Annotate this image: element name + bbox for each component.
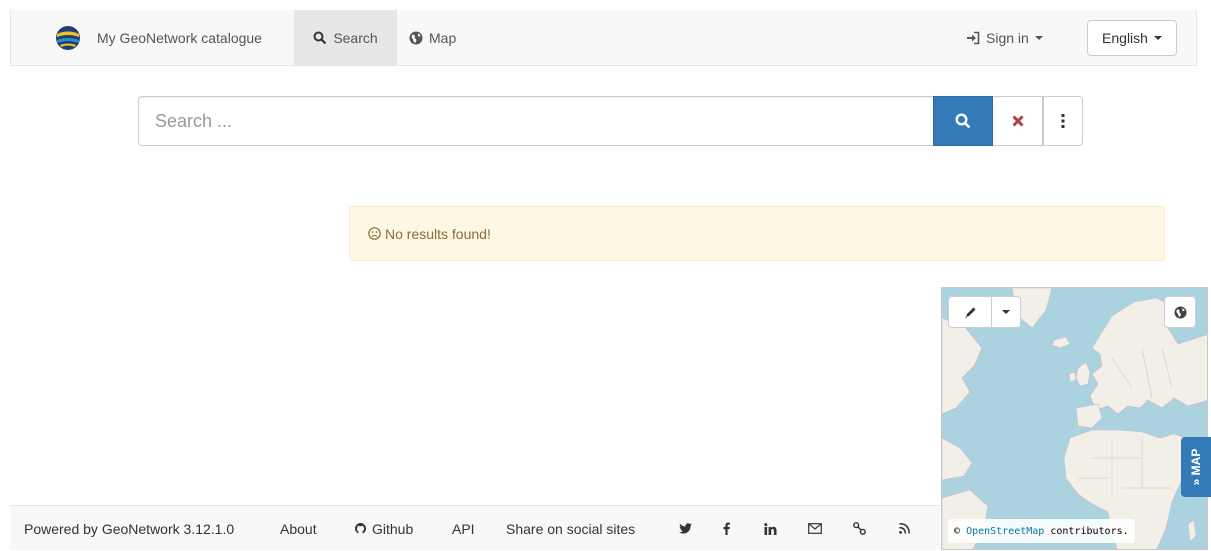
map-attribution: © OpenStreetMap contributors.	[948, 519, 1135, 543]
no-results-text: No results found!	[385, 225, 491, 242]
globe-icon	[1173, 305, 1187, 319]
nav-search-label: Search	[333, 29, 378, 46]
draw-options-dropdown[interactable]	[991, 296, 1021, 328]
api-label: API	[452, 520, 475, 537]
about-label: About	[280, 520, 317, 537]
github-label: Github	[372, 520, 414, 537]
more-options-button[interactable]	[1043, 96, 1083, 146]
sign-in-icon	[967, 31, 980, 44]
close-icon	[1011, 115, 1024, 127]
cropped-top-strip	[0, 0, 1211, 10]
attribution-suffix: contributors.	[1050, 525, 1129, 537]
attribution-prefix: ©	[954, 525, 961, 537]
language-label: English	[1102, 30, 1148, 46]
footer: Powered by GeoNetwork 3.12.1.0 About Git…	[10, 505, 940, 550]
geonetwork-logo-icon	[56, 25, 80, 50]
search-placeholder: Search ...	[155, 110, 233, 131]
zoom-to-world-button[interactable]	[1164, 296, 1196, 328]
vertical-ellipsis-icon	[1061, 114, 1065, 128]
brand-link[interactable]: My GeoNetwork catalogue	[55, 10, 262, 65]
chevron-down-icon	[1034, 35, 1043, 40]
share-label: Share on social sites	[506, 520, 636, 537]
brand-title: My GeoNetwork catalogue	[97, 29, 262, 46]
sign-in-label: Sign in	[986, 29, 1029, 46]
footer-link-api[interactable]: API	[452, 506, 475, 551]
sign-in-dropdown[interactable]: Sign in	[966, 10, 1043, 65]
pencil-icon	[964, 307, 975, 318]
chevron-down-icon	[1002, 310, 1010, 314]
mini-map[interactable]: © OpenStreetMap contributors.	[941, 287, 1208, 550]
clear-search-button[interactable]	[993, 96, 1043, 146]
map-toggle-tab[interactable]: » MAP	[1181, 437, 1211, 497]
email-icon[interactable]	[805, 506, 825, 551]
twitter-icon[interactable]	[675, 506, 695, 551]
no-results-alert: No results found!	[349, 206, 1165, 261]
draw-extent-button[interactable]	[948, 296, 992, 328]
language-select[interactable]: English	[1087, 20, 1177, 56]
search-button[interactable]	[933, 96, 993, 146]
nav-map-label: Map	[429, 29, 457, 46]
powered-by-text: Powered by GeoNetwork 3.12.1.0	[24, 506, 234, 551]
rss-icon[interactable]	[894, 506, 914, 551]
facebook-icon[interactable]	[716, 506, 736, 551]
chevron-down-icon	[1153, 36, 1162, 40]
globe-icon	[409, 31, 423, 44]
map-toggle-label: » MAP	[1189, 448, 1203, 486]
frown-icon	[368, 227, 381, 240]
search-icon	[955, 113, 971, 129]
powered-by-label: Powered by GeoNetwork 3.12.1.0	[24, 520, 235, 537]
linkedin-icon[interactable]	[760, 506, 780, 551]
github-icon	[354, 522, 367, 534]
nav-map[interactable]: Map	[409, 10, 456, 65]
footer-link-about[interactable]: About	[280, 506, 317, 551]
footer-share-label: Share on social sites	[506, 506, 635, 551]
top-navbar: My GeoNetwork catalogue Search Map Sign …	[10, 10, 1197, 66]
footer-link-github[interactable]: Github	[354, 506, 413, 551]
openstreetmap-link[interactable]: OpenStreetMap	[966, 526, 1044, 537]
search-icon	[313, 31, 327, 44]
link-icon[interactable]	[849, 506, 869, 551]
search-input[interactable]: Search ...	[138, 96, 934, 146]
nav-search[interactable]: Search	[294, 10, 397, 65]
